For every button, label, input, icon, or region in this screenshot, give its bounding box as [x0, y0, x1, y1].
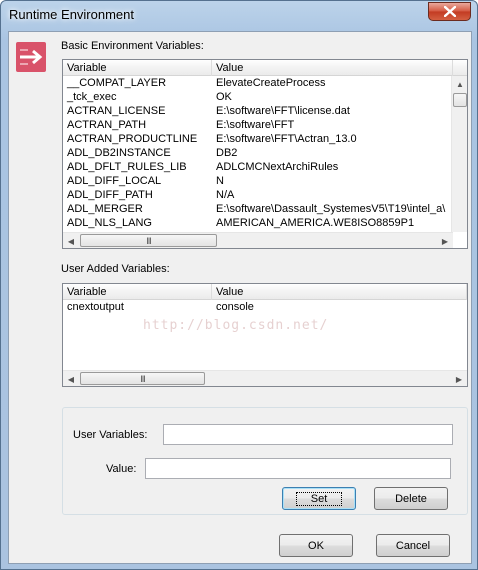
title-bar[interactable]: Runtime Environment — [1, 1, 477, 31]
value-cell: E:\software\FFT\Actran_13.0 — [216, 133, 357, 145]
variable-cell: __COMPAT_LAYER — [67, 77, 167, 89]
value-cell: OK — [216, 91, 232, 103]
table-row[interactable]: ADL_MERGER E:\software\Dassault_SystemesV… — [63, 202, 467, 216]
value-cell: AMERICAN_AMERICA.WE8ISO8859P1 — [216, 217, 415, 229]
table-row[interactable]: ADL_DB2INSTANCE DB2 — [63, 146, 467, 160]
user-variables-label: User Added Variables: — [61, 263, 170, 275]
variable-cell: ADL_NLS_LANG — [67, 217, 152, 229]
table-row[interactable]: _tck_exec OK — [63, 90, 467, 104]
basic-list-header: Variable Value — [63, 60, 467, 76]
delete-button-label: Delete — [395, 492, 427, 505]
value-field-label: Value: — [106, 463, 137, 475]
variable-cell: cnextoutput — [67, 301, 124, 313]
delete-button[interactable]: Delete — [374, 487, 448, 510]
horizontal-scroll-thumb[interactable]: III — [80, 234, 217, 247]
cancel-button[interactable]: Cancel — [376, 534, 450, 557]
set-button[interactable]: Set — [282, 487, 356, 510]
close-button[interactable] — [428, 2, 471, 21]
variable-cell: _tck_exec — [67, 91, 117, 103]
table-row[interactable]: ACTRAN_LICENSE E:\software\FFT\license.da… — [63, 104, 467, 118]
edit-variable-group: User Variables: Value: Set Delete — [62, 407, 468, 515]
column-header-value[interactable]: Value — [212, 60, 453, 76]
vertical-scroll-thumb[interactable] — [453, 93, 467, 107]
user-horizontal-scrollbar[interactable]: ◀ III ▶ — [63, 370, 467, 386]
value-cell: DB2 — [216, 147, 238, 159]
table-row[interactable]: ACTRAN_PRODUCTLINE E:\software\FFT\Actran… — [63, 132, 467, 146]
scroll-up-arrow-icon[interactable]: ▲ — [452, 76, 468, 92]
dialog-client-area: Basic Environment Variables: Variable Va… — [8, 31, 472, 564]
scroll-left-arrow-icon[interactable]: ◀ — [63, 371, 79, 387]
environment-arrow-icon — [16, 42, 46, 72]
value-cell: ElevateCreateProcess — [216, 77, 326, 89]
value-input[interactable] — [145, 458, 451, 479]
table-row[interactable]: cnextoutput console — [63, 300, 467, 314]
table-row[interactable]: __COMPAT_LAYER ElevateCreateProcess — [63, 76, 467, 90]
variable-cell: ADL_MERGER — [67, 203, 143, 215]
ok-button-label: OK — [308, 539, 324, 552]
value-cell: console — [216, 301, 254, 313]
variable-cell: ACTRAN_PATH — [67, 119, 147, 131]
scroll-right-arrow-icon[interactable]: ▶ — [451, 371, 467, 387]
variable-cell: ADL_DIFF_PATH — [67, 189, 153, 201]
variable-cell: ACTRAN_LICENSE — [67, 105, 166, 117]
basic-vertical-scrollbar[interactable]: ▲ — [451, 76, 467, 232]
value-cell: N — [216, 175, 224, 187]
variable-cell: ACTRAN_PRODUCTLINE — [67, 133, 198, 145]
value-cell: N/A — [216, 189, 235, 201]
scroll-right-arrow-icon[interactable]: ▶ — [437, 233, 453, 249]
window-title: Runtime Environment — [9, 7, 134, 22]
cancel-button-label: Cancel — [395, 539, 431, 552]
value-cell: ADLCMCNextArchiRules — [216, 161, 339, 173]
variable-cell: ADL_DIFF_LOCAL — [67, 175, 162, 187]
variable-cell: ADL_DFLT_RULES_LIB — [67, 161, 187, 173]
user-variables-field-label: User Variables: — [73, 429, 148, 441]
close-icon — [443, 6, 456, 17]
ok-button[interactable]: OK — [279, 534, 353, 557]
user-list-header: Variable Value — [63, 284, 467, 300]
runtime-environment-window: Runtime Environment Basic Environment Va… — [0, 0, 478, 570]
set-button-label: Set — [295, 491, 343, 506]
table-row[interactable]: ADL_DFLT_RULES_LIB ADLCMCNextArchiRules — [63, 160, 467, 174]
value-cell: E:\software\Dassault_SystemesV5\T19\inte… — [216, 203, 446, 215]
value-cell: E:\software\FFT — [216, 119, 295, 131]
table-row[interactable]: ADL_NLS_LANG AMERICAN_AMERICA.WE8ISO8859P… — [63, 216, 467, 230]
table-row[interactable]: ACTRAN_PATH E:\software\FFT — [63, 118, 467, 132]
value-cell: E:\software\FFT\license.dat — [216, 105, 350, 117]
user-variables-list[interactable]: Variable Value cnextoutput console ◀ III … — [62, 283, 468, 387]
scroll-left-arrow-icon[interactable]: ◀ — [63, 233, 79, 249]
basic-horizontal-scrollbar[interactable]: ◀ III ▶ — [63, 232, 453, 248]
user-variables-input[interactable] — [163, 424, 453, 445]
basic-variables-label: Basic Environment Variables: — [61, 40, 204, 52]
variable-cell: ADL_DB2INSTANCE — [67, 147, 171, 159]
table-row[interactable]: ADL_DIFF_LOCAL N — [63, 174, 467, 188]
table-row[interactable]: ADL_DIFF_PATH N/A — [63, 188, 467, 202]
column-header-value[interactable]: Value — [212, 284, 467, 300]
column-header-variable[interactable]: Variable — [63, 284, 212, 300]
column-header-variable[interactable]: Variable — [63, 60, 212, 76]
horizontal-scroll-thumb[interactable]: III — [80, 372, 205, 385]
basic-variables-list[interactable]: Variable Value __COMPAT_LAYER ElevateCrea… — [62, 59, 468, 249]
